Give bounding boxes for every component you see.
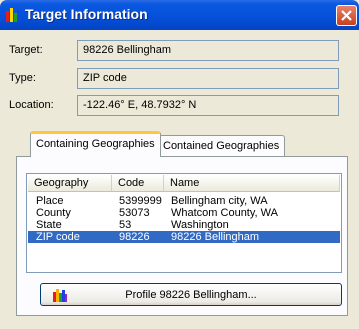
type-label: Type: xyxy=(9,72,36,84)
code-cell: 5399999 xyxy=(119,195,162,207)
location-field: -122.46° E, 48.7932° N xyxy=(77,95,339,116)
geography-cell: State xyxy=(36,219,62,231)
name-cell: Whatcom County, WA xyxy=(171,207,278,219)
bar-chart-icon xyxy=(6,8,20,22)
close-icon xyxy=(341,10,352,21)
target-label: Target: xyxy=(9,44,43,56)
name-cell: Washington xyxy=(171,219,229,231)
profile-button[interactable]: Profile 98226 Bellingham... xyxy=(40,283,342,306)
list-item[interactable]: State 53 Washington xyxy=(28,219,340,231)
close-button[interactable] xyxy=(336,5,357,26)
geographies-list[interactable]: Geography Code Name Place 5399999 Bellin… xyxy=(26,173,342,273)
name-cell: Bellingham city, WA xyxy=(171,195,268,207)
column-header-name[interactable]: Name xyxy=(164,175,340,192)
list-item[interactable]: County 53073 Whatcom County, WA xyxy=(28,207,340,219)
type-field: ZIP code xyxy=(77,68,339,89)
target-information-window: Target Information Target: 98226 Belling… xyxy=(0,0,359,329)
geography-cell: Place xyxy=(36,195,64,207)
target-field: 98226 Bellingham xyxy=(77,40,339,61)
list-item-selected[interactable]: ZIP code 98226 98226 Bellingham xyxy=(28,231,340,243)
code-cell: 53073 xyxy=(119,207,150,219)
tab-contained-geographies[interactable]: Contained Geographies xyxy=(157,135,286,157)
list-item[interactable]: Place 5399999 Bellingham city, WA xyxy=(28,195,340,207)
code-cell: 53 xyxy=(119,219,132,231)
window-title: Target Information xyxy=(25,6,148,22)
geography-cell: ZIP code xyxy=(36,231,80,243)
column-header-code[interactable]: Code xyxy=(112,175,164,192)
code-cell: 98226 xyxy=(119,231,150,243)
name-cell: 98226 Bellingham xyxy=(171,231,260,243)
location-label: Location: xyxy=(9,99,54,111)
geography-cell: County xyxy=(36,207,71,219)
profile-button-label: Profile 98226 Bellingham... xyxy=(125,289,257,301)
title-bar[interactable]: Target Information xyxy=(0,0,359,30)
list-header: Geography Code Name xyxy=(28,175,340,192)
tab-containing-geographies[interactable]: Containing Geographies xyxy=(30,131,161,157)
column-header-geography[interactable]: Geography xyxy=(28,175,112,192)
